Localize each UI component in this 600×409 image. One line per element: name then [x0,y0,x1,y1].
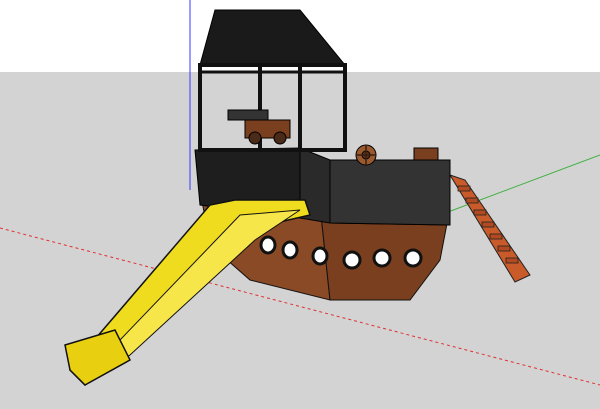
porthole [281,240,299,260]
porthole [403,248,423,268]
3d-viewport[interactable] [0,0,600,409]
porthole [342,250,362,270]
ships-wheel-icon [355,144,377,166]
porthole [372,248,392,268]
porthole [311,246,329,266]
stern-box [413,147,439,161]
porthole [259,235,277,255]
